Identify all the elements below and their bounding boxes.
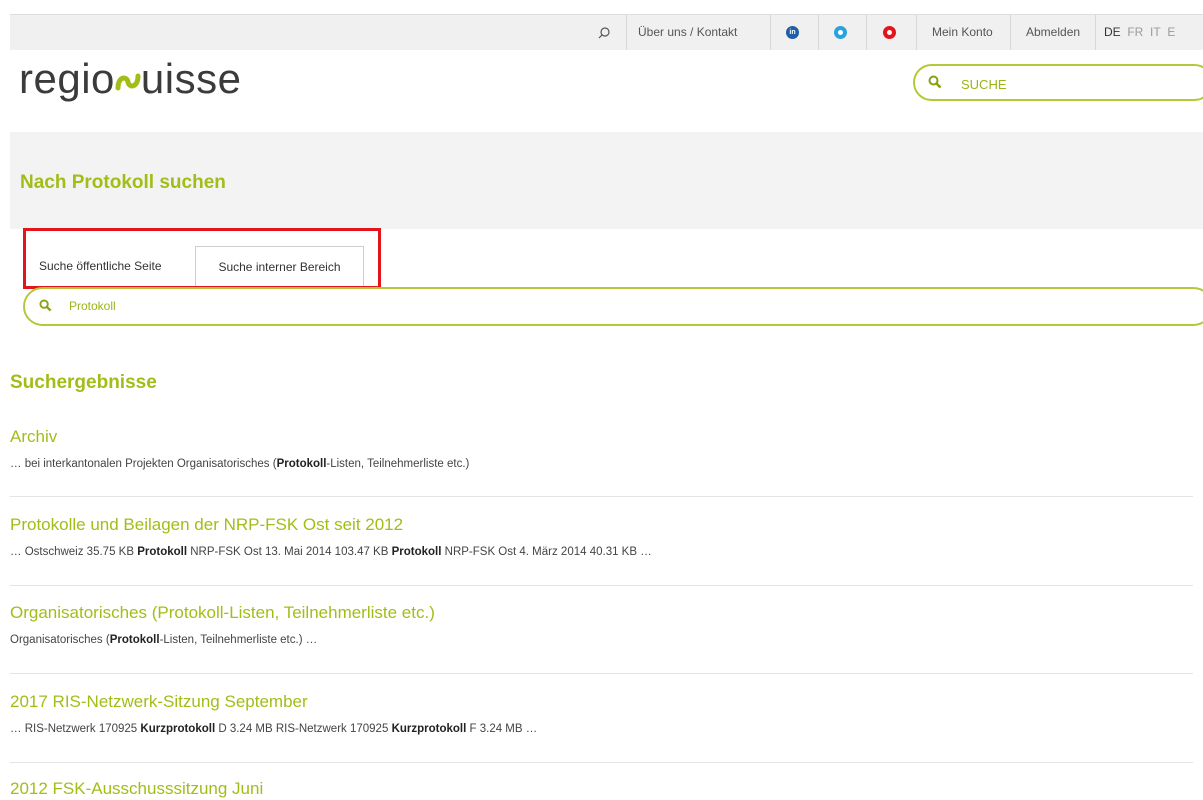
result-title-link[interactable]: Organisatorisches (Protokoll-Listen, Tei… (10, 603, 1195, 623)
snippet-highlight: Kurzprotokoll (140, 723, 216, 735)
top-utility-bar: Über uns / Kontakt in Mein Konto Abmelde… (10, 14, 1203, 50)
search-result: Archiv … bei interkantonalen Projekten O… (10, 427, 1195, 497)
results-heading: Suchergebnisse (10, 372, 157, 393)
result-snippet: … bei interkantonalen Projekten Organisa… (10, 458, 1195, 470)
search-icon (39, 299, 52, 312)
main-search-input[interactable]: Protokoll (69, 299, 116, 313)
result-snippet: … RIS-Netzwerk 170925 Kurzprotokoll D 3.… (10, 723, 1195, 735)
search-icon[interactable] (598, 15, 610, 50)
about-contact-link[interactable]: Über uns / Kontakt (638, 15, 737, 50)
search-result: 2012 FSK-Ausschusssitzung Juni (10, 779, 1195, 799)
snippet-text: D 3.24 MB RIS-Netzwerk 170925 (215, 723, 392, 735)
logo-mark-icon (115, 73, 141, 91)
language-en[interactable]: E (1167, 25, 1175, 39)
linkedin-icon[interactable]: in (786, 26, 799, 39)
youtube-icon[interactable] (883, 26, 896, 39)
snippet-text: -Listen, Teilnehmerliste etc.) (326, 458, 470, 470)
snippet-text: … RIS-Netzwerk 170925 (10, 723, 141, 735)
search-icon (928, 75, 942, 89)
divider (866, 15, 867, 50)
snippet-highlight: Protokoll (109, 634, 160, 646)
snippet-text: NRP-FSK Ost 4. März 2014 40.31 KB … (441, 546, 652, 558)
snippet-highlight: Kurzprotokoll (391, 723, 467, 735)
snippet-highlight: Protokoll (276, 458, 327, 470)
twitter-icon[interactable] (834, 26, 847, 39)
tabs-highlight-box (23, 228, 381, 289)
snippet-text: … bei interkantonalen Projekten Organisa… (10, 458, 277, 470)
result-snippet: … Ostschweiz 35.75 KB Protokoll NRP-FSK … (10, 546, 1195, 558)
main-search-box[interactable]: Protokoll (23, 287, 1203, 326)
divider (1010, 15, 1011, 50)
my-account-link[interactable]: Mein Konto (932, 15, 993, 50)
logo-text-uisse: uisse (140, 55, 242, 102)
snippet-text: F 3.24 MB … (466, 723, 538, 735)
snippet-text: Organisatorisches ( (10, 634, 110, 646)
snippet-text: NRP-FSK Ost 13. Mai 2014 103.47 KB (187, 546, 392, 558)
divider (916, 15, 917, 50)
snippet-text: -Listen, Teilnehmerliste etc.) … (159, 634, 318, 646)
divider (818, 15, 819, 50)
site-logo[interactable]: regio uisse (19, 55, 241, 103)
language-switcher: DE FR IT E (1104, 15, 1175, 50)
result-snippet: Organisatorisches (Protokoll-Listen, Tei… (10, 634, 1195, 646)
header-search-input[interactable] (959, 72, 1193, 96)
search-result: Organisatorisches (Protokoll-Listen, Tei… (10, 603, 1195, 674)
snippet-highlight: Protokoll (391, 546, 442, 558)
language-it[interactable]: IT (1150, 25, 1161, 39)
snippet-highlight: Protokoll (137, 546, 188, 558)
divider (10, 673, 1193, 674)
divider (10, 762, 1193, 763)
divider (10, 585, 1193, 586)
result-title-link[interactable]: Protokolle und Beilagen der NRP-FSK Ost … (10, 515, 1195, 535)
title-band: Nach Protokoll suchen (10, 132, 1203, 229)
search-result: Protokolle und Beilagen der NRP-FSK Ost … (10, 515, 1195, 586)
search-result: 2017 RIS-Netzwerk-Sitzung September … RI… (10, 692, 1195, 763)
divider (626, 15, 627, 50)
result-title-link[interactable]: 2012 FSK-Ausschusssitzung Juni (10, 779, 1195, 799)
logout-link[interactable]: Abmelden (1026, 15, 1080, 50)
result-title-link[interactable]: 2017 RIS-Netzwerk-Sitzung September (10, 692, 1195, 712)
snippet-text: … Ostschweiz 35.75 KB (10, 546, 138, 558)
divider (770, 15, 771, 50)
divider (10, 496, 1193, 497)
page-title: Nach Protokoll suchen (20, 172, 226, 193)
result-title-link[interactable]: Archiv (10, 427, 1195, 447)
logo-text-regio: regio (19, 55, 115, 102)
language-de[interactable]: DE (1104, 25, 1121, 39)
language-fr[interactable]: FR (1127, 25, 1143, 39)
divider (1095, 15, 1096, 50)
header-search-box[interactable] (913, 64, 1203, 101)
